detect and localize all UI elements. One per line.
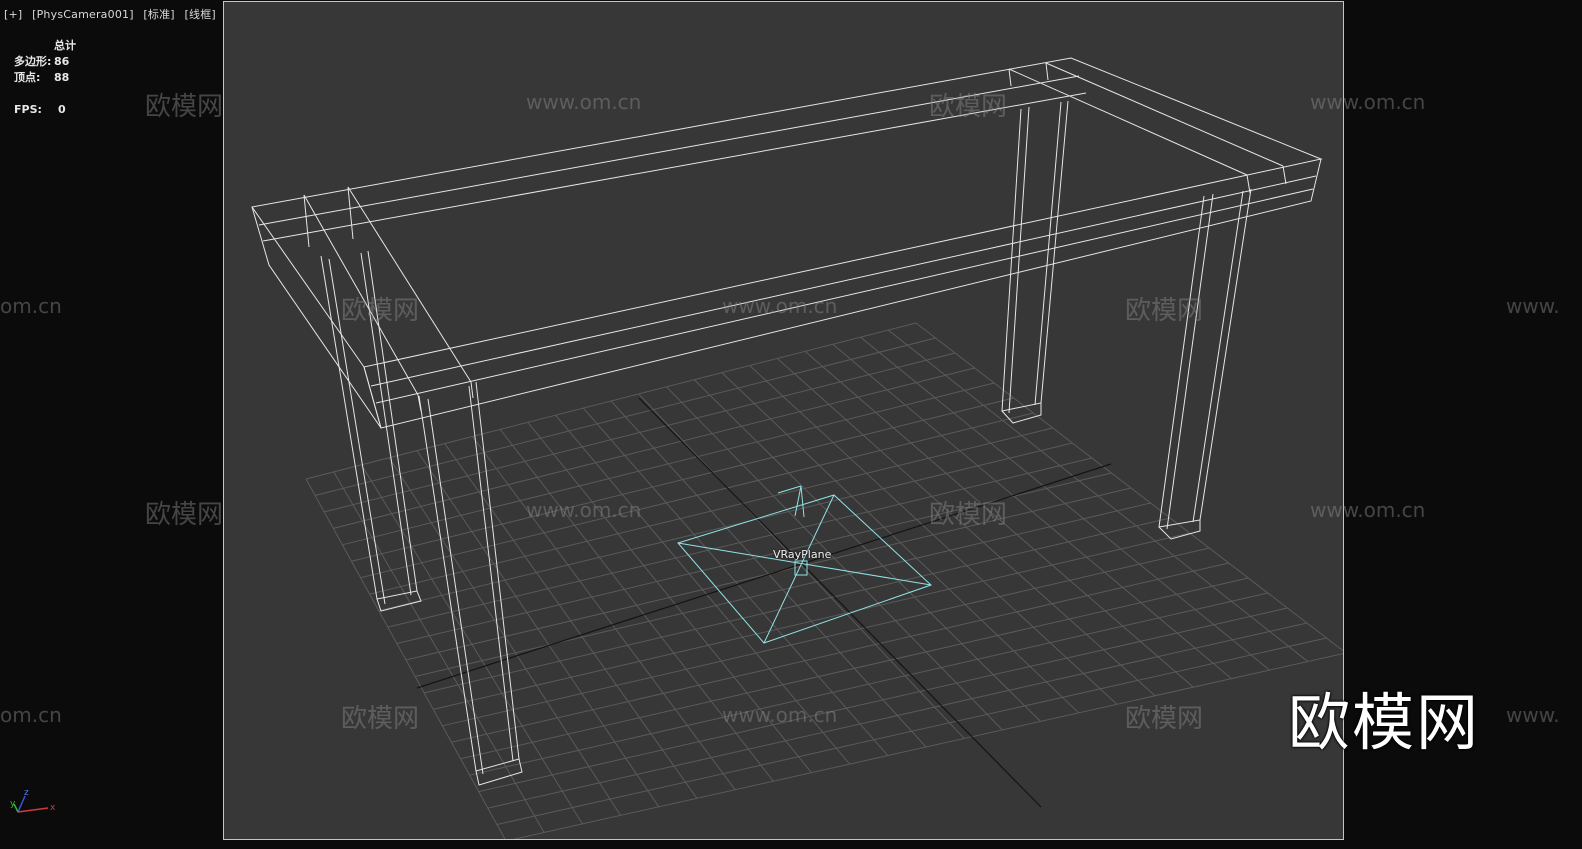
table-wireframe[interactable] <box>251 57 1323 786</box>
stats-fps-label: FPS: <box>14 103 42 116</box>
stats-vertices-label: 顶点: <box>14 71 41 84</box>
viewport-scene <box>251 57 1343 839</box>
viewport-label: [+] [PhysCamera001] [标准] [线框] <box>4 6 222 22</box>
grid-line <box>414 502 1151 677</box>
grid-line <box>832 343 1232 680</box>
active-viewport[interactable]: VRayPlane <box>223 1 1344 840</box>
stats-polygons-value: 86 <box>54 55 70 68</box>
home-grid <box>305 322 1343 839</box>
stats-polygons-row: 多边形: 86 <box>14 54 76 70</box>
stats-fps-value: 0 <box>58 103 66 116</box>
grid-line <box>451 562 1229 743</box>
watermark-cn: 欧模网 <box>145 500 224 530</box>
vray-plane-label[interactable]: VRayPlane <box>773 548 831 561</box>
stats-vertices-value: 88 <box>54 71 70 84</box>
grid-line <box>721 372 1080 714</box>
grid-line <box>749 365 1118 705</box>
axis-x-label: x <box>50 803 56 813</box>
watermark-url-fragment: om.cn <box>0 703 62 727</box>
watermark-url-fragment: www. <box>1506 294 1560 318</box>
grid-line <box>693 379 1041 722</box>
grid-line <box>424 517 1171 694</box>
viewport-menu-plus[interactable]: [+] <box>4 8 22 21</box>
table-leg-back-right[interactable] <box>1001 100 1069 424</box>
table-top[interactable] <box>251 57 1323 429</box>
viewport-display-mode-menu[interactable]: [线框] <box>185 8 216 21</box>
brand-logo: 欧模网 <box>1288 686 1481 759</box>
stats-fps-row: FPS: 0 <box>14 102 76 118</box>
viewport-shading-menu[interactable]: [标准] <box>143 8 174 21</box>
table-leg-front-right[interactable] <box>1158 188 1252 540</box>
axis-y-label: y <box>10 799 16 809</box>
grid-line <box>442 547 1210 727</box>
grid-line <box>887 329 1309 662</box>
grid-line <box>777 358 1156 697</box>
grid-line <box>478 607 1288 793</box>
stats-polygons-label: 多边形: <box>14 55 52 68</box>
grid-line <box>460 577 1249 760</box>
watermark-url-fragment: om.cn <box>0 294 62 318</box>
table-leg-back-left[interactable] <box>320 250 422 612</box>
scene-statistics: 总计 多边形: 86 顶点: 88 FPS: 0 <box>14 38 76 118</box>
watermark-cn: 欧模网 <box>145 92 224 122</box>
viewport-camera-menu[interactable]: [PhysCamera001] <box>32 8 134 21</box>
stats-vertices-row: 顶点: 88 <box>14 70 76 86</box>
axis-z-label: z <box>24 788 29 798</box>
grid-line <box>638 393 965 739</box>
watermark-url-fragment: www. <box>1506 703 1560 727</box>
grid-line <box>487 622 1308 809</box>
grid-line <box>469 592 1268 776</box>
grid-line <box>666 386 1003 731</box>
stats-header: 总计 <box>54 39 76 52</box>
axis-tripod-icon: x z y <box>10 788 56 813</box>
